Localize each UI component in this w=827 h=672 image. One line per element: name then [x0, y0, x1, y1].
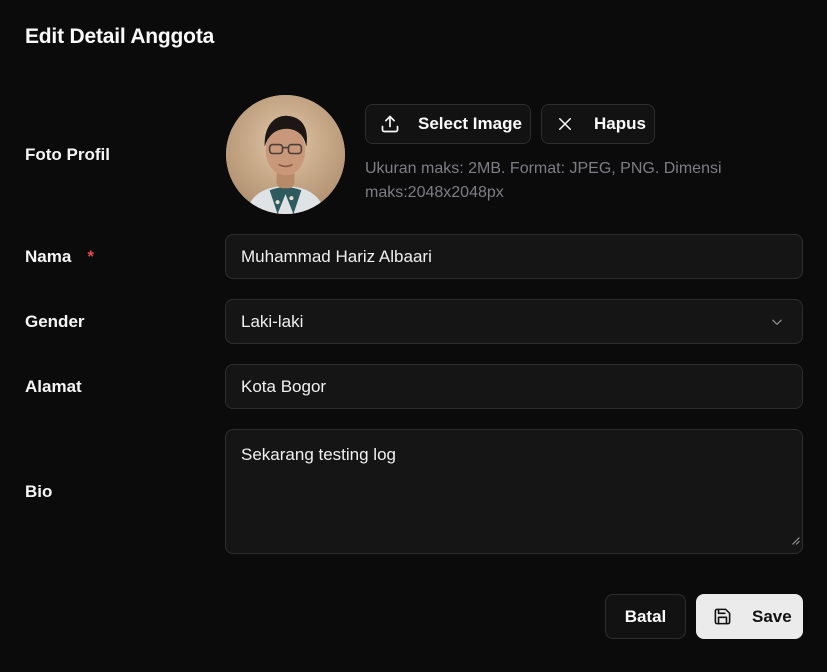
bio-label: Bio — [25, 482, 53, 501]
cancel-button[interactable]: Batal — [605, 594, 686, 639]
profile-photo — [226, 95, 345, 214]
nama-label: Nama — [25, 247, 72, 266]
cancel-label: Batal — [624, 606, 667, 626]
remove-image-button[interactable]: Hapus — [541, 104, 655, 144]
save-icon — [713, 607, 732, 626]
select-image-label: Select Image — [418, 114, 522, 133]
dialog-title: Edit Detail Anggota — [25, 25, 215, 48]
upload-icon — [380, 114, 400, 134]
remove-image-label: Hapus — [594, 114, 646, 133]
alamat-input[interactable] — [225, 364, 803, 409]
resize-handle-icon[interactable] — [791, 529, 800, 551]
select-image-button[interactable]: Select Image — [365, 104, 531, 144]
avatar — [226, 95, 345, 214]
gender-selected-value: Laki-laki — [241, 311, 304, 331]
save-label: Save — [752, 606, 792, 626]
chevron-down-icon — [770, 315, 784, 329]
gender-select[interactable]: Laki-laki — [225, 299, 803, 344]
required-mark: * — [87, 247, 94, 266]
photo-hint: Ukuran maks: 2MB. Format: JPEG, PNG. Dim… — [365, 160, 722, 201]
alamat-label: Alamat — [25, 377, 82, 396]
edit-member-dialog: Edit Detail Anggota Foto Profil Select I… — [0, 0, 827, 672]
bio-value: Sekarang testing log — [241, 445, 396, 464]
nama-label-row: Nama * — [25, 247, 94, 267]
gender-label: Gender — [25, 312, 85, 331]
photo-label: Foto Profil — [25, 145, 110, 164]
close-icon — [556, 115, 574, 133]
nama-input[interactable] — [225, 234, 803, 279]
save-button[interactable]: Save — [696, 594, 803, 639]
bio-textarea[interactable]: Sekarang testing log — [225, 429, 803, 554]
